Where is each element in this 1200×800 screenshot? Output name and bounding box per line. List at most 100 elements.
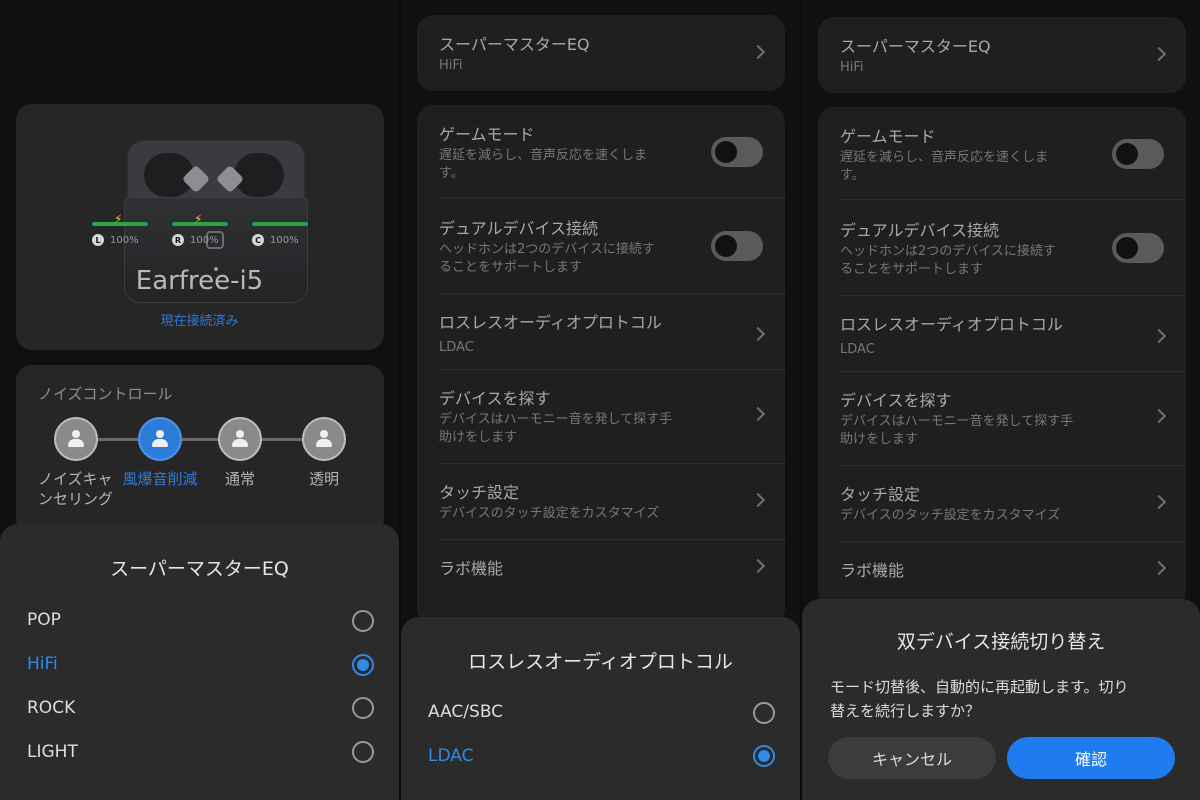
eq-radio-hifi[interactable] (352, 654, 374, 676)
protocol-option-aac-sbc[interactable]: AAC/SBC (428, 702, 503, 722)
battery-case-bar (252, 222, 308, 226)
person-transparent-icon (315, 430, 333, 448)
divider (439, 369, 785, 370)
divider (439, 197, 785, 198)
protocol-radio-aac-sbc[interactable] (753, 702, 775, 724)
eq-setting-row[interactable]: スーパーマスターEQ HiFi (840, 33, 1167, 77)
touch-settings-row[interactable]: タッチ設定 デバイスのタッチ設定をカスタマイズ (439, 479, 766, 525)
eq-option-rock[interactable]: ROCK (27, 698, 75, 718)
find-device-desc: デバイスはハーモニー音を発して探す手 助けをします (439, 412, 673, 445)
settings-panel-protocol: スーパーマスターEQ HiFi ゲームモード 遅延を減らし、音声反応を速くします… (401, 0, 800, 800)
earbud-right-badge: R (172, 234, 184, 246)
eq-setting-title: スーパーマスターEQ (439, 35, 590, 54)
game-mode-row: ゲームモード 遅延を減らし、音声反応を速くしま す。 (439, 121, 763, 181)
lossless-protocol-title: ロスレスオーディオプロトコル (439, 313, 662, 332)
dual-device-toggle[interactable] (711, 231, 763, 261)
chevron-right-icon (750, 492, 766, 508)
find-device-row[interactable]: デバイスを探す デバイスはハーモニー音を発して探す手 助けをします (439, 385, 766, 447)
device-name: Earfree-i5 (135, 266, 264, 296)
cancel-button[interactable]: キャンセル (828, 737, 996, 779)
eq-setting-title: スーパーマスターEQ (840, 37, 991, 56)
eq-setting-row[interactable]: スーパーマスターEQ HiFi (439, 31, 766, 75)
wind-noise-reduction-label: 風爆音削減 (122, 470, 198, 488)
charging-bolt-icon: ⚡ (194, 212, 203, 226)
normal-mode-button[interactable] (218, 417, 262, 461)
divider (840, 371, 1186, 372)
chevron-right-icon (750, 406, 766, 422)
noise-cancelling-label: ノイズキャ ンセリング (38, 470, 114, 508)
chevron-right-icon (750, 558, 766, 574)
protocol-option-ldac[interactable]: LDAC (428, 746, 473, 766)
eq-option-pop[interactable]: POP (27, 610, 61, 630)
settings-list-card: ゲームモード 遅延を減らし、音声反応を速くしま す。 デュアルデバイス接続 ヘッド… (818, 107, 1186, 607)
find-device-row[interactable]: デバイスを探す デバイスはハーモニー音を発して探す手 助けをします (840, 387, 1167, 449)
lab-features-row[interactable]: ラボ機能 (840, 557, 1167, 587)
dual-device-desc: ヘッドホンは2つのデバイスに接続す ることをサポートします (439, 242, 655, 275)
divider (840, 295, 1186, 296)
chevron-right-icon (1151, 46, 1167, 62)
settings-panel-dual-device: スーパーマスターEQ HiFi ゲームモード 遅延を減らし、音声反応を速くします… (802, 0, 1200, 800)
charging-bolt-icon: ⚡ (114, 212, 123, 226)
eq-setting-card[interactable]: スーパーマスターEQ HiFi (818, 17, 1186, 93)
dual-device-desc: ヘッドホンは2つのデバイスに接続す ることをサポートします (840, 244, 1056, 277)
eq-radio-light[interactable] (352, 741, 374, 763)
eq-setting-value: HiFi (840, 60, 864, 75)
transparency-label: 透明 (308, 470, 339, 488)
dual-device-dialog: 双デバイス接続切り替え モード切替後、自動的に再起動します。切り 替えを続行しま… (802, 599, 1200, 800)
chevron-right-icon (750, 44, 766, 60)
divider (840, 199, 1186, 200)
battery-case-percent: 100% (270, 234, 299, 246)
lab-features-title: ラボ機能 (439, 559, 504, 578)
game-mode-title: ゲームモード (840, 127, 936, 146)
earbud-left-badge: L (92, 234, 104, 246)
game-mode-toggle[interactable] (711, 137, 763, 167)
battery-case: C 100% (252, 222, 308, 246)
touch-settings-desc: デバイスのタッチ設定をカスタマイズ (840, 508, 1061, 523)
chevron-right-icon (1151, 328, 1167, 344)
game-mode-desc: 遅延を減らし、音声反応を速くしま す。 (439, 148, 648, 181)
eq-radio-rock[interactable] (352, 697, 374, 719)
find-device-title: デバイスを探す (439, 389, 551, 408)
noise-control-card: ノイズコントロール ノイズキャ ンセリング 風爆音削減 通常 透明 (16, 365, 384, 535)
eq-setting-card[interactable]: スーパーマスターEQ HiFi (417, 15, 785, 91)
settings-list-card: ゲームモード 遅延を減らし、音声反応を速くしま す。 デュアルデバイス接続 ヘッド… (417, 105, 785, 625)
confirm-button[interactable]: 確認 (1007, 737, 1175, 779)
battery-right-percent: 100% (190, 234, 219, 246)
chevron-right-icon (1151, 560, 1167, 576)
divider (840, 541, 1186, 542)
battery-left: ⚡ L 100% (92, 212, 148, 246)
chevron-right-icon (1151, 494, 1167, 510)
wind-noise-reduction-button[interactable] (138, 417, 182, 461)
dual-device-title: デュアルデバイス接続 (439, 219, 599, 238)
lossless-protocol-row[interactable]: ロスレスオーディオプロトコル LDAC (439, 309, 766, 355)
noise-cancelling-button[interactable] (54, 417, 98, 461)
eq-option-light[interactable]: LIGHT (27, 742, 78, 762)
eq-sheet-title: スーパーマスターEQ (110, 558, 289, 580)
eq-bottom-sheet: スーパーマスターEQ POP HiFi ROCK LIGHT (0, 524, 399, 800)
chevron-right-icon (750, 326, 766, 342)
lab-features-title: ラボ機能 (840, 561, 905, 580)
eq-radio-pop[interactable] (352, 610, 374, 632)
touch-settings-title: タッチ設定 (439, 483, 520, 502)
touch-settings-row[interactable]: タッチ設定 デバイスのタッチ設定をカスタマイズ (840, 481, 1167, 527)
person-wind-icon (151, 430, 169, 448)
person-icon (231, 430, 249, 448)
lab-features-row[interactable]: ラボ機能 (439, 555, 766, 585)
find-device-title: デバイスを探す (840, 391, 952, 410)
dual-device-row: デュアルデバイス接続 ヘッドホンは2つのデバイスに接続す ることをサポートします (840, 217, 1164, 277)
divider (840, 465, 1186, 466)
lossless-protocol-row[interactable]: ロスレスオーディオプロトコル LDAC (840, 311, 1167, 357)
touch-settings-desc: デバイスのタッチ設定をカスタマイズ (439, 506, 660, 521)
dialog-title: 双デバイス接続切り替え (896, 631, 1106, 653)
divider (439, 463, 785, 464)
protocol-radio-ldac[interactable] (753, 745, 775, 767)
transparency-button[interactable] (302, 417, 346, 461)
lossless-protocol-value: LDAC (840, 342, 875, 357)
dual-device-toggle[interactable] (1112, 233, 1164, 263)
game-mode-toggle[interactable] (1112, 139, 1164, 169)
touch-settings-title: タッチ設定 (840, 485, 921, 504)
chevron-right-icon (1151, 408, 1167, 424)
divider (439, 539, 785, 540)
eq-option-hifi[interactable]: HiFi (27, 654, 58, 674)
connection-status: 現在接続済み (160, 314, 239, 329)
